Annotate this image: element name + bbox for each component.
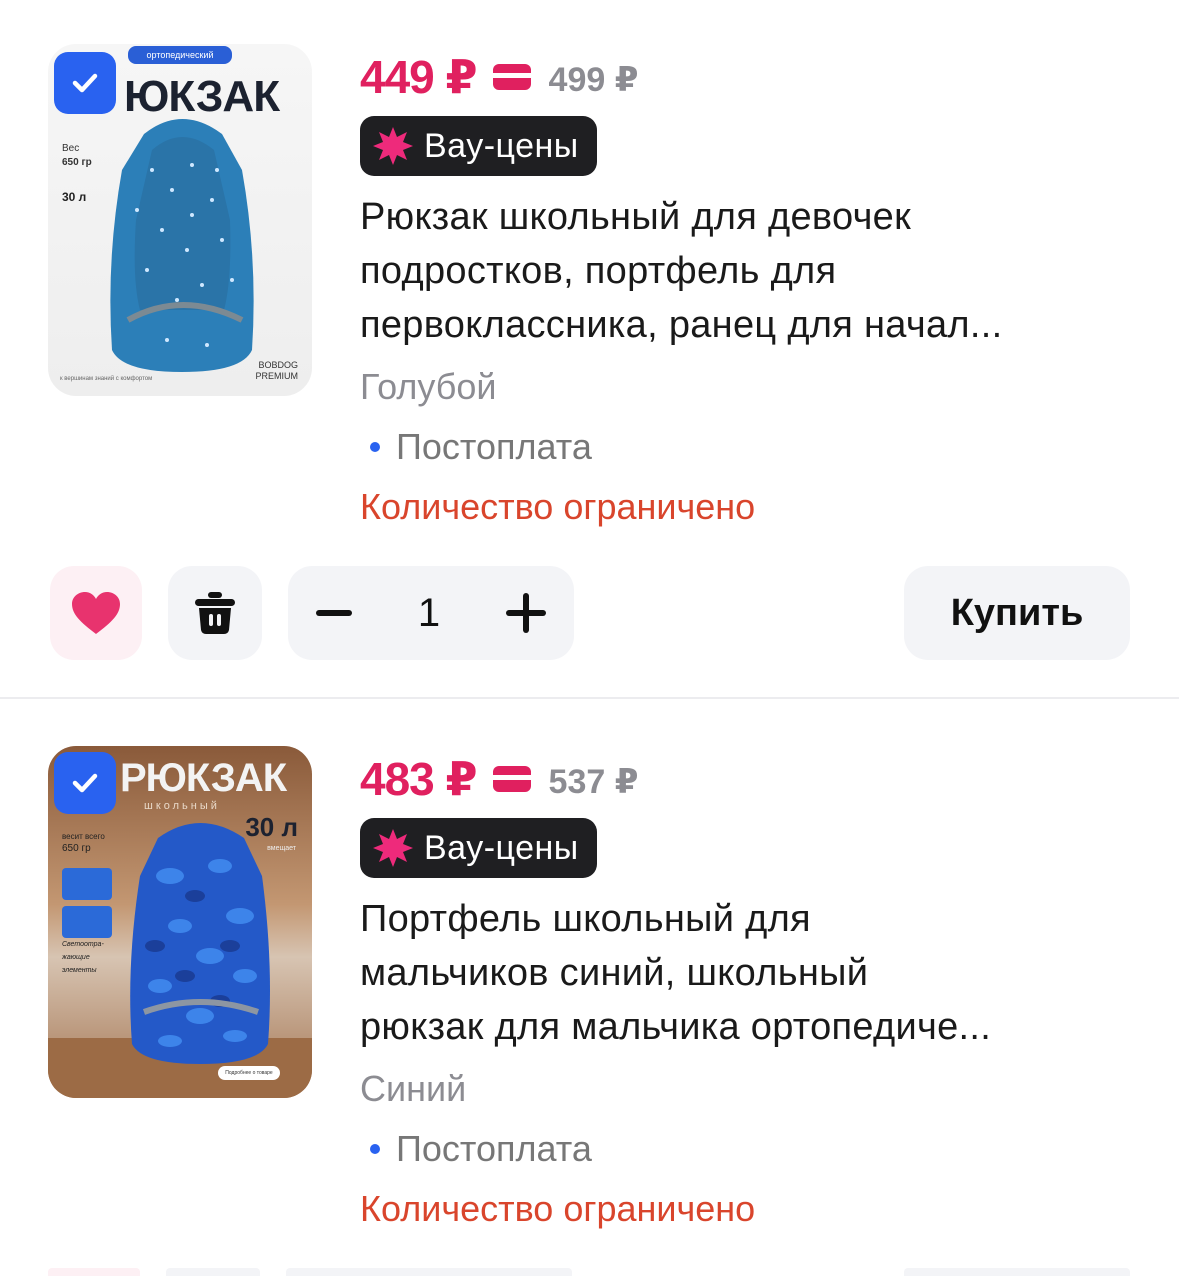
card-icon xyxy=(492,766,531,792)
price-row: 483 ₽ 537 ₽ xyxy=(360,752,638,806)
starburst-icon xyxy=(373,829,413,867)
product-title[interactable]: Рюкзак школьный для девочек подростков, … xyxy=(360,190,1140,352)
payment-method: Постоплата xyxy=(370,1128,592,1170)
buy-button[interactable]: Купить xyxy=(904,566,1130,660)
promo-badge: Вау-цены xyxy=(360,116,597,176)
quantity-value: 1 xyxy=(417,590,441,635)
heart-icon xyxy=(72,592,120,634)
minus-icon[interactable] xyxy=(314,593,354,633)
product-color: Синий xyxy=(360,1068,467,1109)
check-icon xyxy=(72,73,98,93)
next-item-actions-partial xyxy=(48,1268,1130,1276)
starburst-icon xyxy=(373,127,413,165)
image-subtitle: школьный xyxy=(144,800,220,812)
image-weight: 650 гр xyxy=(62,157,92,168)
old-price: 537 ₽ xyxy=(548,763,639,801)
check-icon xyxy=(72,773,98,793)
price-row: 449 ₽ 499 ₽ xyxy=(360,50,638,104)
image-brand: BOBDOG PREMIUM xyxy=(255,360,299,381)
payment-method: Постоплата xyxy=(370,426,592,468)
image-pill: Подробнее о товаре xyxy=(218,1066,280,1080)
promo-badge-label: Вау-цены xyxy=(424,126,579,165)
image-volume: 30 л xyxy=(62,190,87,204)
bullet-dot-icon xyxy=(370,442,380,452)
cart-item: РЮКЗАК школьный 30 л вмещает весит всего… xyxy=(0,700,1179,1276)
image-weight: 650 гр xyxy=(62,843,91,854)
bullet-dot-icon xyxy=(370,1144,380,1154)
quantity-stepper: 1 xyxy=(288,566,574,660)
image-footer: к вершинам знаний с комфортом xyxy=(60,376,153,382)
old-price: 499 ₽ xyxy=(548,61,639,99)
current-price: 483 ₽ xyxy=(360,753,478,805)
promo-badge-label: Вау-цены xyxy=(424,828,579,867)
image-swatch xyxy=(62,906,112,938)
plus-icon[interactable] xyxy=(504,591,548,635)
item-divider xyxy=(0,697,1179,699)
delete-button[interactable] xyxy=(168,566,262,660)
stock-note: Количество ограничено xyxy=(360,1188,756,1229)
favorite-button[interactable] xyxy=(50,566,142,660)
product-title[interactable]: Портфель школьный для мальчиков синий, ш… xyxy=(360,892,1140,1054)
trash-icon xyxy=(195,592,235,634)
image-title: РЮКЗАК xyxy=(120,756,287,800)
image-swatch xyxy=(62,868,112,900)
product-color: Голубой xyxy=(360,366,497,407)
select-checkbox[interactable] xyxy=(54,52,116,114)
image-weight-label: Вес xyxy=(62,143,80,154)
stock-note: Количество ограничено xyxy=(360,486,756,527)
current-price: 449 ₽ xyxy=(360,51,478,103)
image-tag: ортопедический xyxy=(128,46,232,64)
select-checkbox[interactable] xyxy=(54,752,116,814)
image-side-note: Светоотра- жающие элементы xyxy=(62,941,104,974)
backpack-illustration xyxy=(110,119,254,372)
item-actions: 1 Купить xyxy=(0,566,1179,662)
promo-badge: Вау-цены xyxy=(360,818,597,878)
cart-item: ортопедический ЮКЗАК Вес 650 гр 30 л BOB… xyxy=(0,0,1179,700)
card-icon xyxy=(492,64,531,90)
backpack-illustration xyxy=(130,823,270,1064)
